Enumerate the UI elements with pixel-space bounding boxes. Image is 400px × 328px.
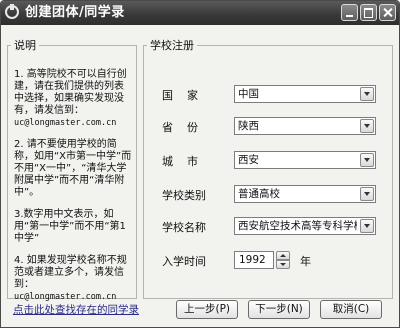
country-label: 国 家 (162, 89, 198, 102)
province-value: 陕西 (238, 120, 259, 132)
window-title: 创建团体/同学录 (25, 5, 125, 20)
province-select[interactable]: 陕西 (234, 117, 376, 135)
province-label: 省 份 (162, 121, 198, 134)
chevron-down-icon[interactable] (360, 119, 374, 133)
info-paragraph-3: 3.数字用中文表示，如用“第一中学”而不用“第1中学” (14, 209, 126, 244)
city-label: 城 市 (162, 155, 198, 168)
cancel-button[interactable]: 取消(C) (320, 300, 382, 319)
spin-down-icon[interactable] (276, 260, 290, 269)
info-text-1: 1. 高等院校不可以自行创建，请在我们提供的列表中选择，如果确实发现没有，请发信… (14, 69, 127, 116)
school-type-value: 普通高校 (238, 188, 280, 200)
spin-up-icon[interactable] (276, 251, 290, 260)
prev-button[interactable]: 上一步(P) (176, 300, 238, 319)
chevron-down-icon[interactable] (360, 219, 374, 233)
info-paragraph-2: 2. 请不要使用学校的简称，如用“X市第一中学”而不用“X一中”，“清华大学附属… (14, 139, 132, 198)
enroll-year-input[interactable]: 1992 (234, 251, 274, 269)
city-select[interactable]: 西安 (234, 151, 376, 169)
next-button[interactable]: 下一步(N) (248, 300, 310, 319)
school-name-select[interactable]: 西安航空技术高等专科学校 (234, 217, 376, 235)
title-bar: 创建团体/同学录 (1, 1, 399, 25)
info-text-4: 4. 如果发现学校名称不规范或者建立多个，请发信到： (14, 255, 127, 290)
minimize-button[interactable] (341, 4, 358, 21)
close-button[interactable] (379, 4, 396, 21)
school-name-value: 西安航空技术高等专科学校 (238, 220, 357, 232)
year-spinner[interactable] (276, 251, 290, 269)
school-name-label: 学校名称 (162, 221, 206, 234)
country-select[interactable]: 中国 (234, 85, 376, 103)
country-value: 中国 (238, 88, 259, 100)
chevron-down-icon[interactable] (360, 187, 374, 201)
city-value: 西安 (238, 154, 259, 166)
info-paragraph-4: 4. 如果发现学校名称不规范或者建立多个，请发信到： uc@longmaster… (14, 255, 132, 303)
chevron-down-icon[interactable] (360, 153, 374, 167)
create-group-dialog: 创建团体/同学录 说明 1. 高等院校不可以自行创建，请在我们提供的列表中选择，… (0, 0, 400, 328)
info-text: 1. 高等院校不可以自行创建，请在我们提供的列表中选择，如果确实发现没有，请发信… (14, 69, 132, 313)
enroll-year-value: 1992 (239, 254, 266, 266)
power-icon (5, 4, 19, 19)
enroll-label: 入学时间 (162, 255, 206, 268)
info-email-4: uc@longmaster.com.cn (14, 292, 117, 302)
info-paragraph-1: 1. 高等院校不可以自行创建，请在我们提供的列表中选择，如果确实发现没有，请发信… (14, 69, 132, 129)
school-type-label: 学校类别 (162, 189, 206, 202)
find-existing-link[interactable]: 点击此处查找存在的同学录 (13, 302, 139, 317)
chevron-down-icon[interactable] (360, 87, 374, 101)
info-panel: 说明 1. 高等院校不可以自行创建，请在我们提供的列表中选择，如果确实发现没有，… (7, 37, 137, 302)
info-email-1: uc@longmaster.com.cn (14, 118, 117, 128)
register-legend: 学校注册 (150, 39, 194, 52)
maximize-button[interactable] (360, 4, 377, 21)
school-type-select[interactable]: 普通高校 (234, 185, 376, 203)
school-register-panel: 学校注册 国 家 中国 省 份 陕西 城 市 西安 学校类别 普通高校 学校名称… (143, 37, 393, 299)
info-legend: 说明 (14, 39, 36, 52)
year-unit-label: 年 (300, 255, 311, 268)
